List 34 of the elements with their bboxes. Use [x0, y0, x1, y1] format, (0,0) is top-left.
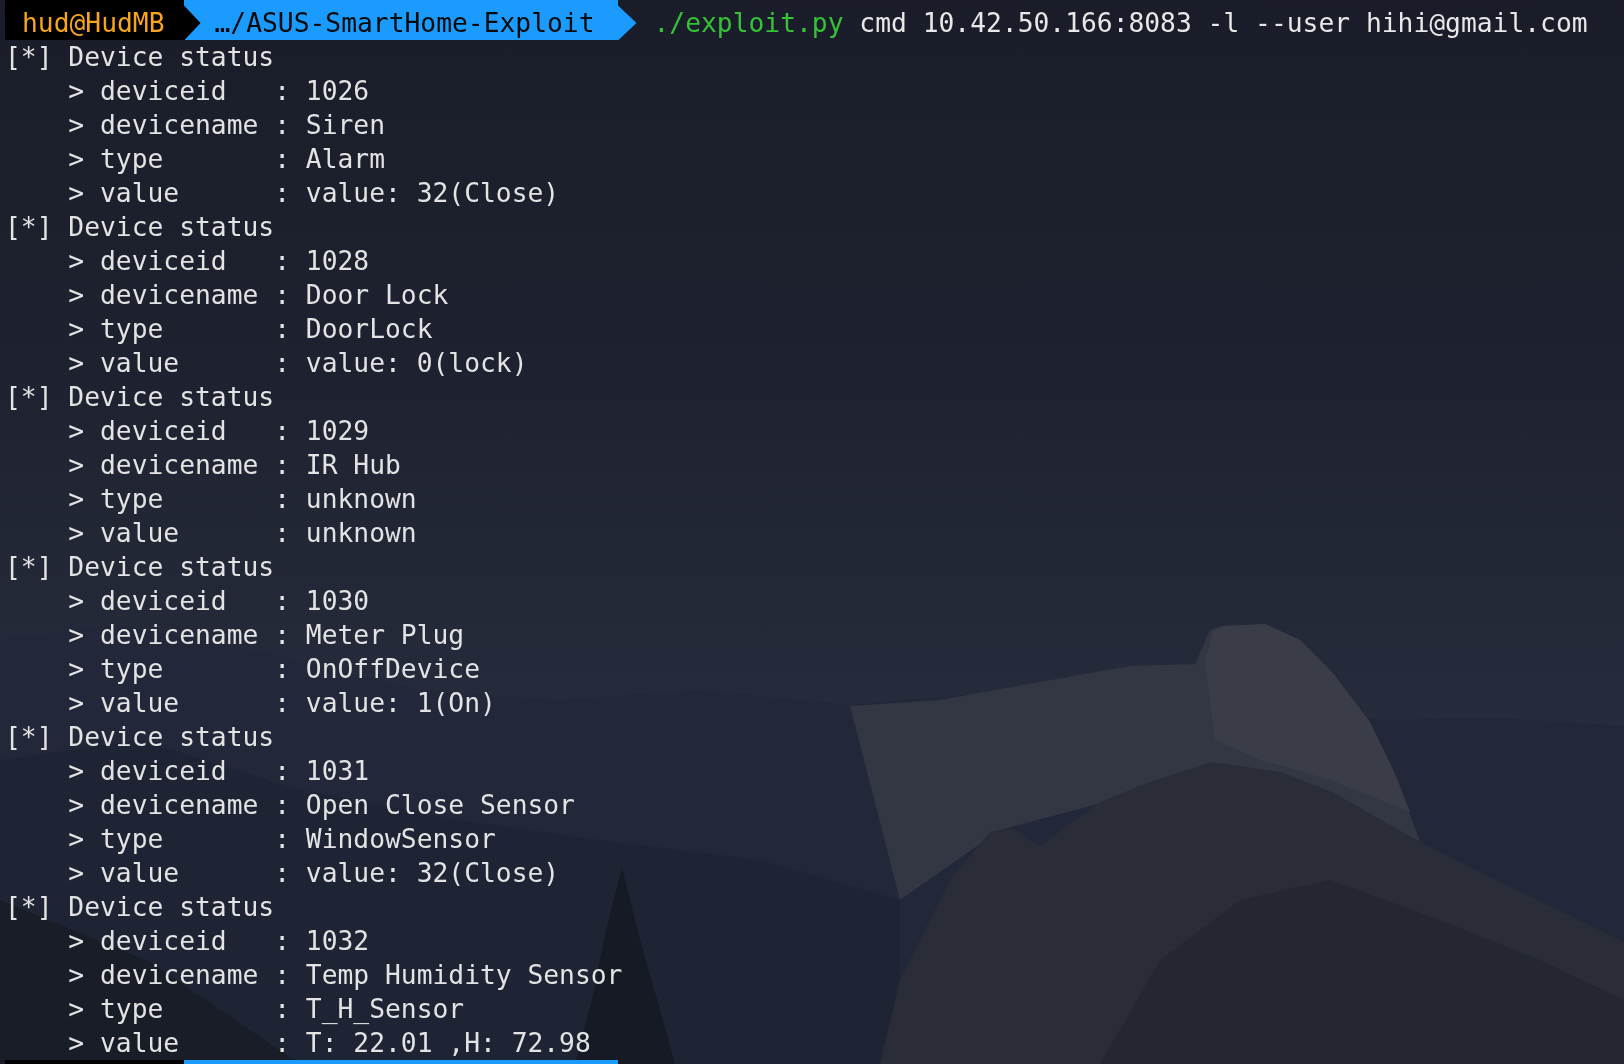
command-name: ./exploit.py	[653, 7, 844, 40]
output-line: > value : unknown	[68, 517, 417, 550]
output-line: > type : DoorLock	[68, 313, 433, 346]
output-heading: [*] Device status	[5, 211, 275, 244]
output-line: > devicename : IR Hub	[68, 449, 401, 482]
output-line: > value : value: 0(lock)	[68, 347, 528, 380]
output-line: > deviceid : 1031	[68, 755, 370, 788]
output-line: > devicename : Temp Humidity Sensor	[68, 959, 623, 992]
output-line: > type : Alarm	[68, 143, 385, 176]
output-line: > devicename : Open Close Sensor	[68, 789, 575, 822]
output-heading: [*] Device status	[5, 41, 275, 74]
output-line: > deviceid : 1028	[68, 245, 370, 278]
output-line: > value : value: 1(On)	[68, 687, 496, 720]
output-line: > type : T_H_Sensor	[68, 993, 465, 1026]
output-line: > devicename : Siren	[68, 109, 385, 142]
output-line: > type : WindowSensor	[68, 823, 496, 856]
user-host-segment: hud@HudMB	[5, 6, 201, 40]
output-line: > deviceid : 1029	[68, 415, 370, 448]
output-line: > devicename : Door Lock	[68, 279, 449, 312]
output-line: > deviceid : 1030	[68, 585, 370, 618]
output-line: > type : unknown	[68, 483, 417, 516]
output-line: > value : T: 22.01 ,H: 72.98	[68, 1027, 591, 1060]
output-line: > deviceid : 1032	[68, 925, 370, 958]
command-arguments: cmd 10.42.50.166:8083 -l --user hihi@gmail.com	[859, 7, 1588, 40]
output-line: > value : value: 32(Close)	[68, 857, 560, 890]
output-heading: [*] Device status	[5, 551, 275, 584]
output-line: > value : value: 32(Close)	[68, 177, 560, 210]
output-line: > devicename : Meter Plug	[68, 619, 465, 652]
output-heading: [*] Device status	[5, 721, 275, 754]
output-heading: [*] Device status	[5, 891, 275, 924]
output-heading: [*] Device status	[5, 381, 275, 414]
directory-path-segment: …/ASUS-SmartHome-Exploit	[184, 6, 637, 40]
output-line: > deviceid : 1026	[68, 75, 370, 108]
output-line: > type : OnOffDevice	[68, 653, 480, 686]
